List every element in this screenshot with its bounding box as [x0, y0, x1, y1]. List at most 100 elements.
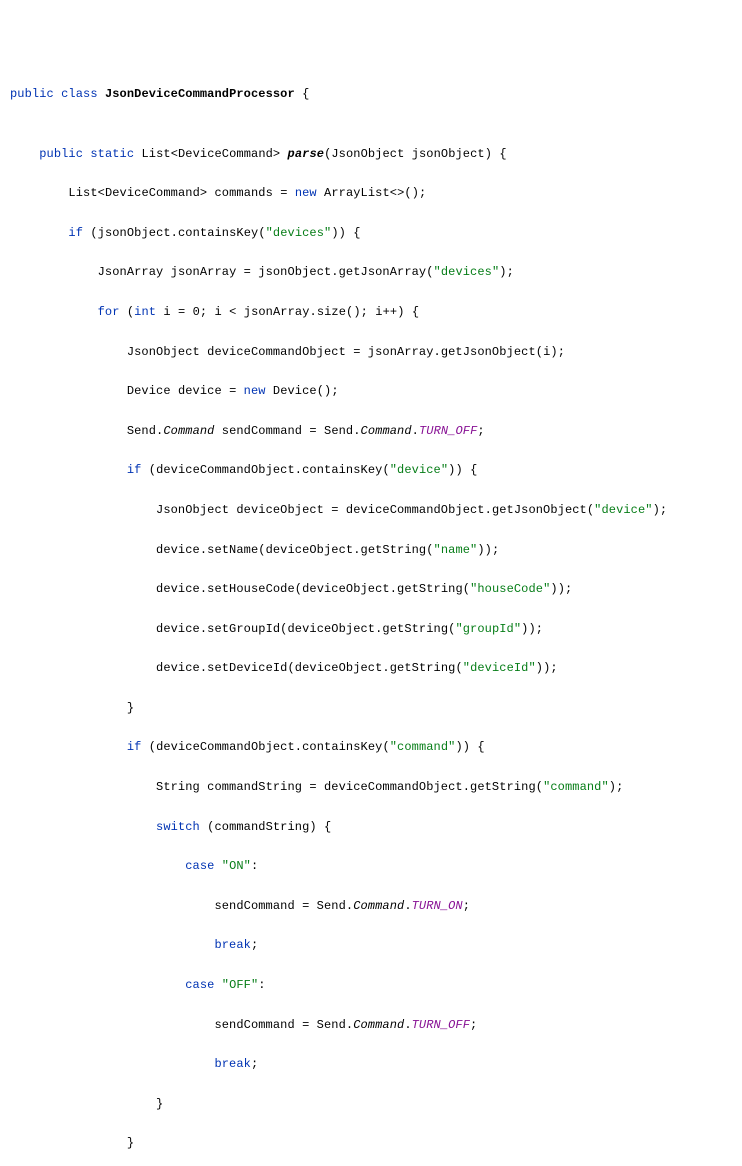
dot: . — [200, 661, 207, 675]
var: deviceCommandObject — [156, 463, 295, 477]
string-literal: "houseCode" — [470, 582, 550, 596]
keyword-static: static — [90, 147, 134, 161]
keyword-class: class — [61, 87, 98, 101]
paren: ( — [280, 622, 287, 636]
dot: . — [485, 503, 492, 517]
type: JsonArray — [98, 265, 164, 279]
type: Send — [317, 1018, 346, 1032]
op: = — [236, 265, 258, 279]
code-editor[interactable]: public class JsonDeviceCommandProcessor … — [10, 85, 732, 1166]
dot: . — [346, 899, 353, 913]
paren: ( — [426, 265, 433, 279]
method-call: containsKey — [302, 740, 382, 754]
op: = — [295, 1018, 317, 1032]
enum-constant: TURN_ON — [412, 899, 463, 913]
type: Command — [353, 1018, 404, 1032]
dot: . — [200, 582, 207, 596]
paren: ( — [382, 463, 389, 477]
dot: . — [404, 1018, 411, 1032]
semi: ; — [550, 661, 557, 675]
paren: ) — [653, 503, 660, 517]
string-literal: "groupId" — [455, 622, 521, 636]
paren: ) — [550, 345, 557, 359]
var: deviceCommandObject — [156, 740, 295, 754]
method-call: setHouseCode — [207, 582, 295, 596]
code-line: device.setHouseCode(deviceObject.getStri… — [10, 580, 732, 600]
brace: { — [477, 740, 484, 754]
code-line: JsonObject deviceCommandObject = jsonArr… — [10, 343, 732, 363]
code-line: } — [10, 699, 732, 719]
keyword-int: int — [134, 305, 156, 319]
type: DeviceCommand — [105, 186, 200, 200]
code-line: JsonObject deviceObject = deviceCommandO… — [10, 501, 732, 521]
paren: ) — [543, 661, 550, 675]
string-literal: "deviceId" — [463, 661, 536, 675]
var: jsonArray — [171, 265, 237, 279]
diamond: <> — [390, 186, 405, 200]
code-line: switch (commandString) { — [10, 818, 732, 838]
var: deviceObject — [287, 622, 375, 636]
keyword-if: if — [68, 226, 83, 240]
var: jsonObject — [258, 265, 331, 279]
semi: ; — [200, 305, 207, 319]
string-literal: "devices" — [266, 226, 332, 240]
var: deviceCommandObject — [324, 780, 463, 794]
string-literal: "device" — [594, 503, 652, 517]
method-call: containsKey — [302, 463, 382, 477]
method-call: getString — [361, 543, 427, 557]
paren: ) — [521, 622, 528, 636]
enum-constant: TURN_OFF — [412, 1018, 470, 1032]
op: = — [273, 186, 295, 200]
method-call: getJsonArray — [339, 265, 427, 279]
paren: ) — [353, 305, 360, 319]
class-name: JsonDeviceCommandProcessor — [105, 87, 295, 101]
string-literal: "devices" — [434, 265, 500, 279]
code-line: List<DeviceCommand> commands = new Array… — [10, 184, 732, 204]
semi: ; — [558, 345, 565, 359]
keyword-public: public — [10, 87, 54, 101]
angle: < — [98, 186, 105, 200]
code-line: for (int i = 0; i < jsonArray.size(); i+… — [10, 303, 732, 323]
method-call: getString — [390, 661, 456, 675]
var: deviceCommandObject — [207, 345, 346, 359]
op: = — [302, 780, 324, 794]
angle: > — [200, 186, 207, 200]
semi: ; — [477, 424, 484, 438]
op: < — [229, 305, 236, 319]
dot: . — [331, 265, 338, 279]
angle: > — [273, 147, 280, 161]
keyword-case: case — [185, 859, 214, 873]
code-line: if (jsonObject.containsKey("devices")) { — [10, 224, 732, 244]
dot: . — [404, 899, 411, 913]
code-line: break; — [10, 1055, 732, 1075]
op: = — [295, 899, 317, 913]
string-literal: "device" — [390, 463, 448, 477]
op: = — [346, 345, 368, 359]
paren: ( — [382, 740, 389, 754]
number: 0 — [193, 305, 200, 319]
paren: ) — [477, 543, 484, 557]
paren: ( — [448, 622, 455, 636]
paren: ) — [550, 582, 557, 596]
type: Device — [127, 384, 171, 398]
code-line: if (deviceCommandObject.containsKey("dev… — [10, 461, 732, 481]
string-literal: "OFF" — [222, 978, 259, 992]
method-call: getString — [397, 582, 463, 596]
semi: ; — [463, 899, 470, 913]
paren: ( — [463, 582, 470, 596]
paren: ( — [426, 543, 433, 557]
dot: . — [310, 305, 317, 319]
brace: { — [353, 226, 360, 240]
code-line: break; — [10, 936, 732, 956]
colon: : — [258, 978, 265, 992]
param: jsonObject — [412, 147, 485, 161]
paren: ( — [149, 463, 156, 477]
paren: ( — [404, 186, 411, 200]
keyword-break: break — [214, 1057, 251, 1071]
var: i — [375, 305, 382, 319]
var: commands — [215, 186, 273, 200]
method-call: setDeviceId — [207, 661, 287, 675]
dot: . — [390, 582, 397, 596]
var: jsonArray — [244, 305, 310, 319]
code-line: case "ON": — [10, 857, 732, 877]
